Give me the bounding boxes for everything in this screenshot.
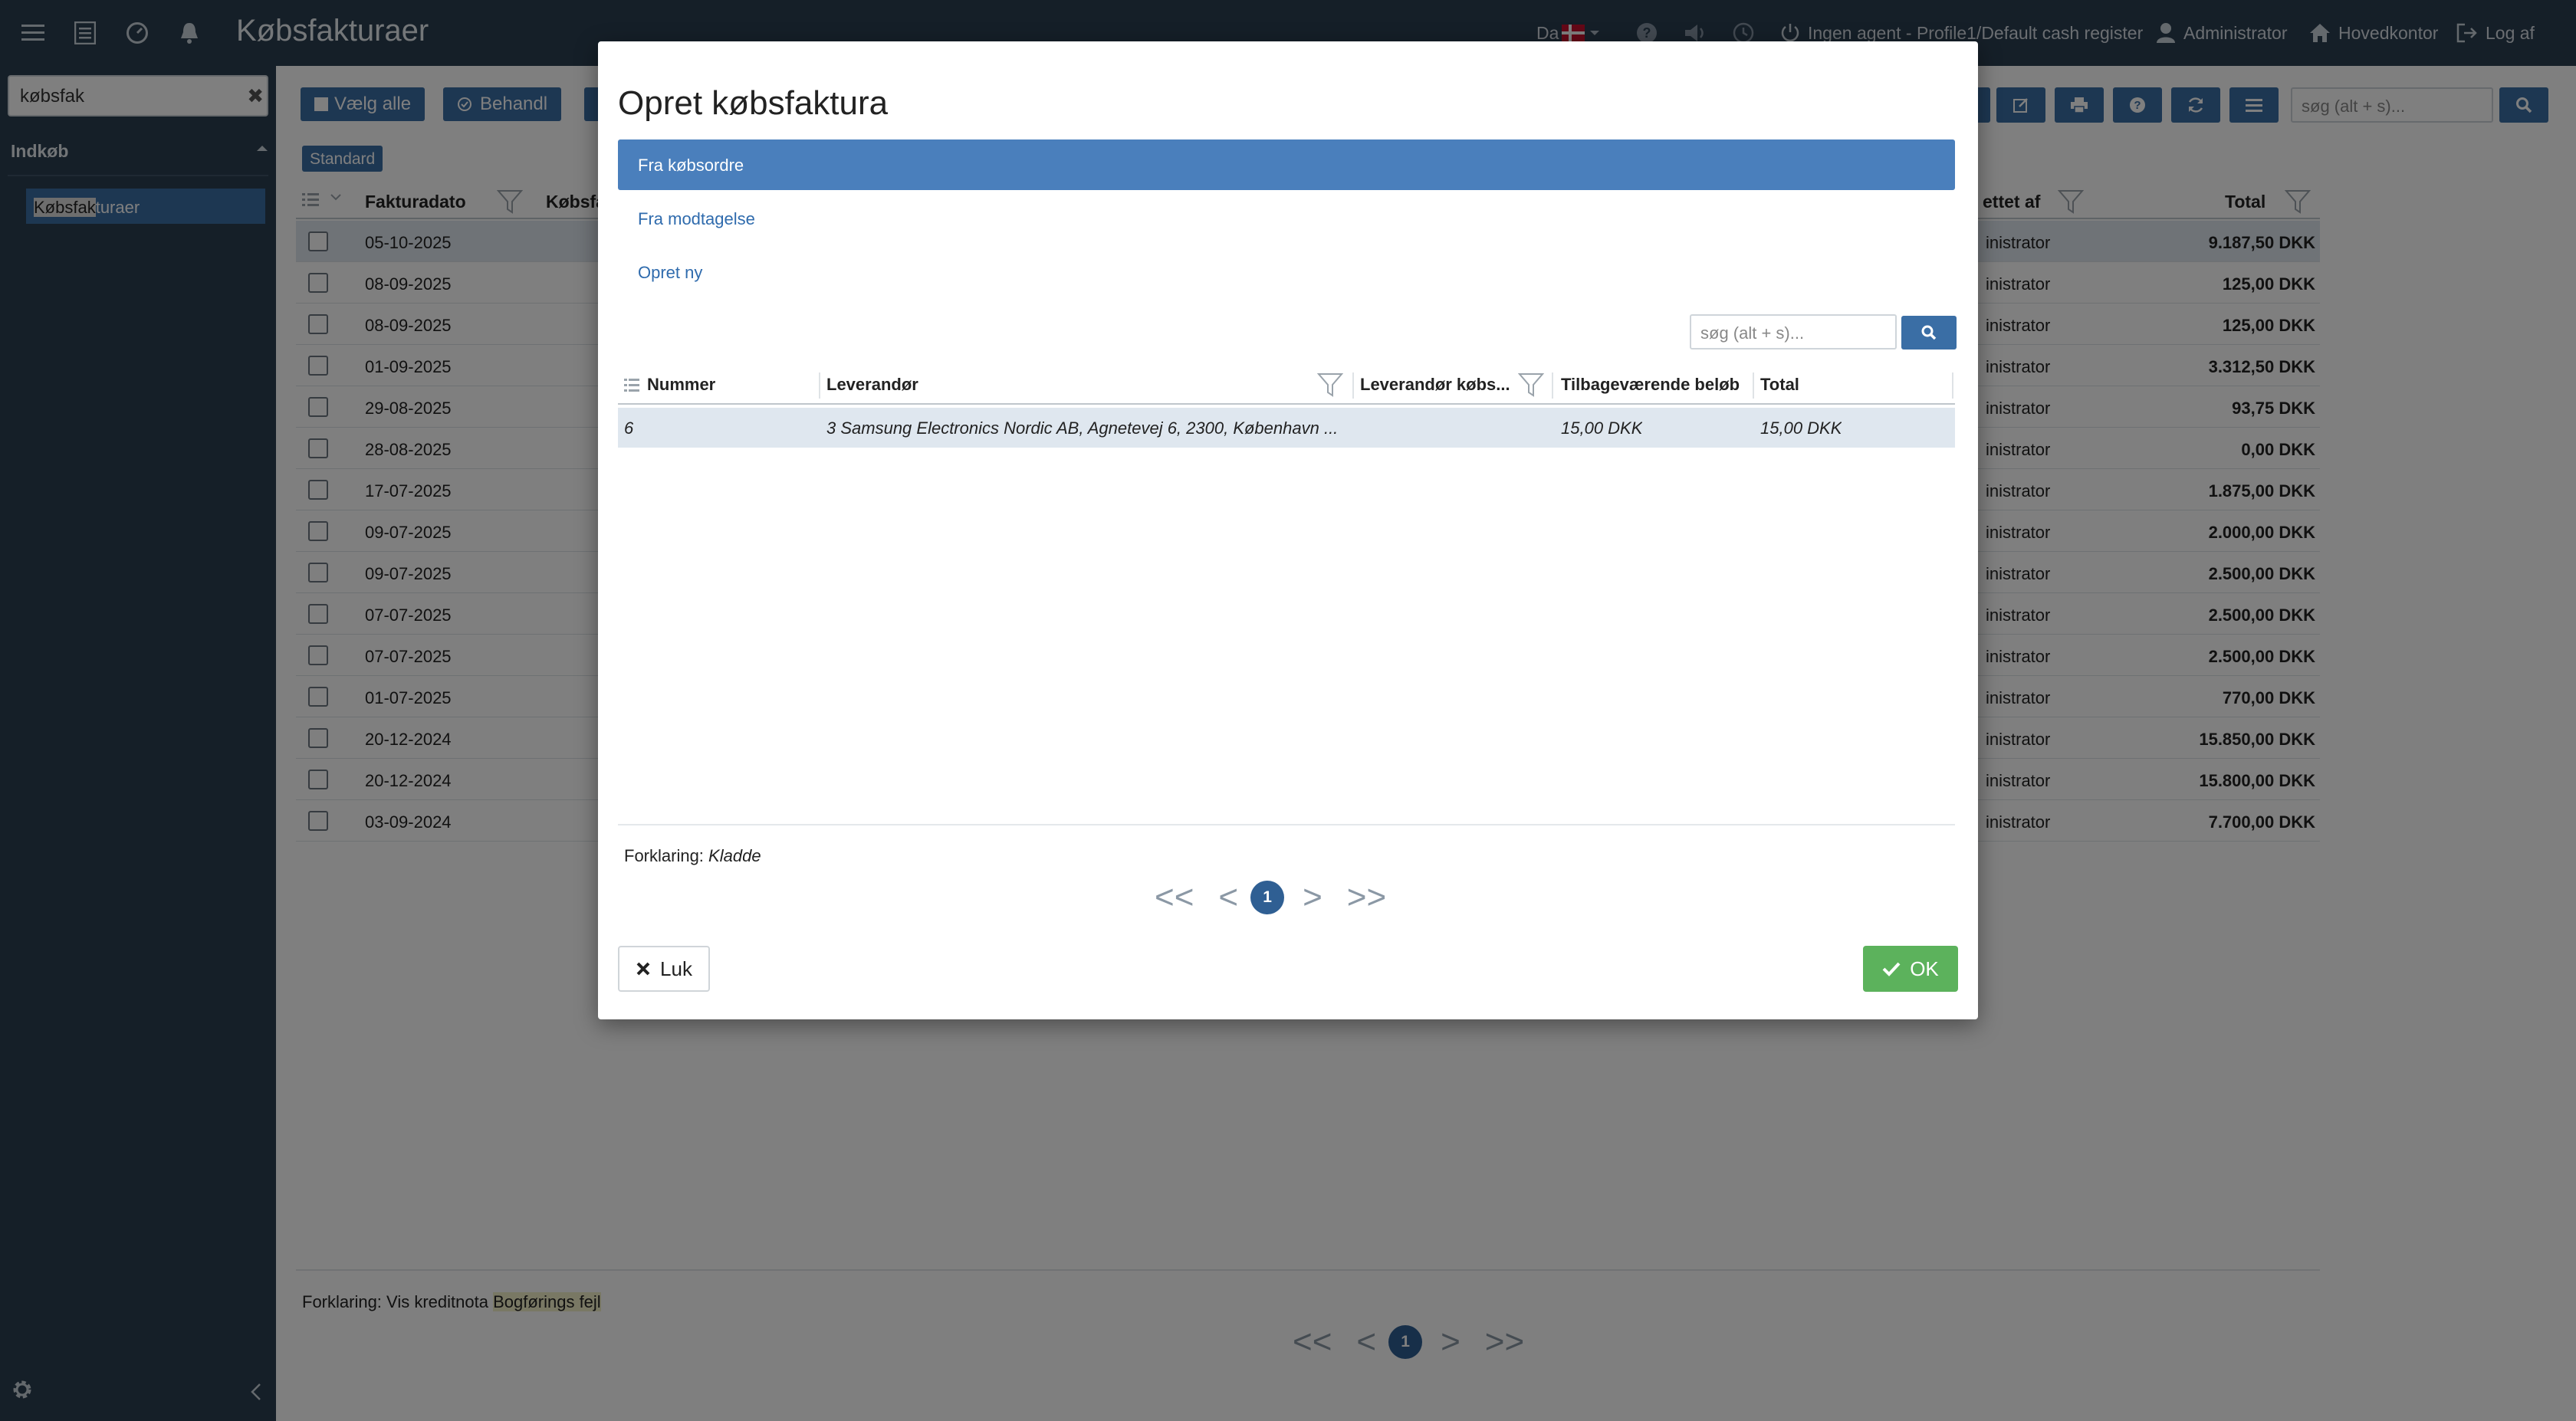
pager-next[interactable]: > [1303,878,1322,917]
list-icon[interactable] [624,366,639,403]
dialog-title: Opret købsfaktura [618,84,889,122]
dialog-search-placeholder: søg (alt + s)... [1700,323,1805,343]
filter-icon[interactable] [1317,366,1343,403]
pager-last[interactable]: >> [1347,878,1386,917]
column-separator [1753,372,1754,399]
dialog-table-header: Nummer Leverandør Leverandør købs... Til… [618,366,1955,405]
column-header-supplier-ref[interactable]: Leverandør købs... [1360,366,1513,403]
filter-icon[interactable] [1518,366,1544,403]
dialog-search-button[interactable] [1901,316,1957,350]
pager-prev[interactable]: < [1218,878,1238,917]
column-header-remaining[interactable]: Tilbageværende beløb [1561,366,1740,403]
table-row[interactable]: 6 3 Samsung Electronics Nordic AB, Agnet… [618,408,1955,448]
cell-remaining: 15,00 DKK [1561,418,1643,438]
column-header-supplier[interactable]: Leverandør [826,366,918,403]
pager-first[interactable]: << [1155,878,1194,917]
column-separator [1352,372,1354,399]
column-separator [1552,372,1553,399]
option-from-purchase-order[interactable]: Fra købsordre [618,139,1955,190]
dialog-pagination: << < 1 > >> [1155,878,1386,917]
cell-total: 15,00 DKK [1760,418,1842,438]
ok-button[interactable]: OK [1863,946,1958,992]
ok-label: OK [1910,957,1939,980]
close-icon [636,961,651,976]
option-create-new[interactable]: Opret ny [618,247,1955,297]
column-header-total[interactable]: Total [1760,366,1799,403]
column-separator [1952,372,1953,399]
cell-number: 6 [624,418,634,438]
create-invoice-dialog: Opret købsfaktura Fra købsordre Fra modt… [598,41,1978,1019]
dialog-search-input[interactable]: søg (alt + s)... [1690,314,1897,350]
close-label: Luk [660,957,692,980]
column-header-number[interactable]: Nummer [647,366,715,403]
dialog-legend: Forklaring: Kladde [624,846,761,866]
legend-draft: Kladde [708,846,761,865]
cell-supplier: 3 Samsung Electronics Nordic AB, Agnetev… [826,418,1339,438]
option-from-receipt[interactable]: Fra modtagelse [618,193,1955,244]
close-button[interactable]: Luk [618,946,710,992]
check-icon [1882,961,1901,976]
column-separator [819,372,820,399]
legend-label: Forklaring: [624,846,704,865]
divider [618,824,1955,825]
pager-current[interactable]: 1 [1250,881,1285,914]
search-icon [1921,325,1937,340]
